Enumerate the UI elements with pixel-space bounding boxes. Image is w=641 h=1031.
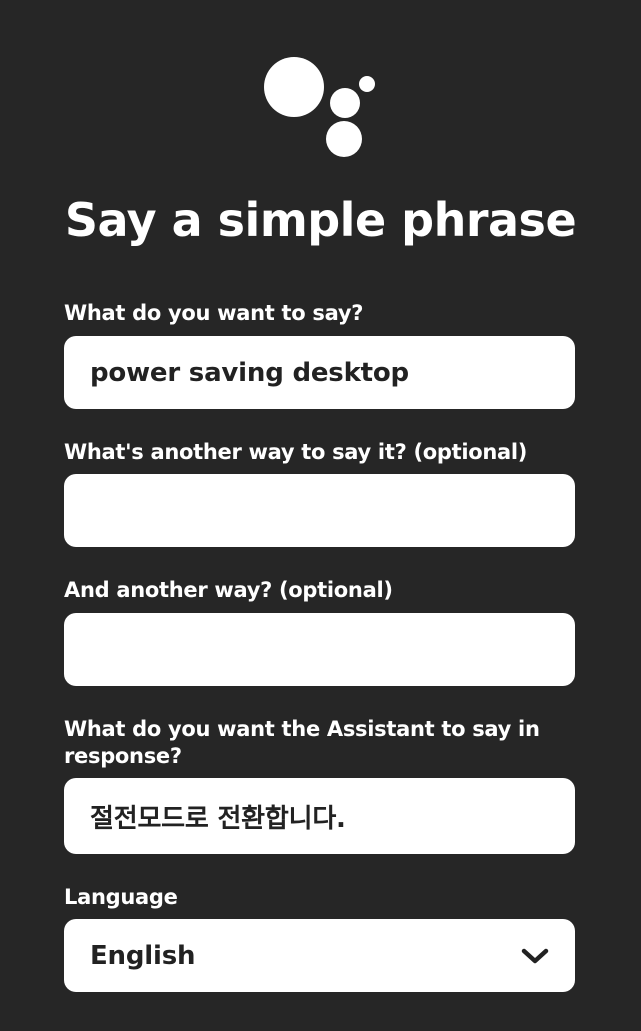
applet-config-page: Say a simple phrase What do you want to …: [0, 0, 641, 1031]
alt-phrase-1-label: What's another way to say it? (optional): [64, 440, 528, 464]
alt-phrase-2-label: And another way? (optional): [64, 578, 393, 602]
chevron-down-icon: [521, 946, 549, 966]
phrase-label: What do you want to say?: [64, 301, 364, 325]
response-input[interactable]: 절전모드로 전환합니다.: [64, 778, 575, 854]
alt-phrase-2-input[interactable]: [64, 613, 575, 686]
page-title: Say a simple phrase: [64, 193, 577, 247]
language-label: Language: [64, 885, 178, 909]
language-select[interactable]: English: [64, 919, 575, 992]
phrase-input[interactable]: power saving desktop: [64, 336, 575, 409]
alt-phrase-1-input[interactable]: [64, 474, 575, 547]
assistant-dots-icon: [264, 57, 375, 157]
response-label: What do you want the Assistant to say in…: [64, 717, 540, 768]
language-selected-value: English: [90, 940, 196, 971]
